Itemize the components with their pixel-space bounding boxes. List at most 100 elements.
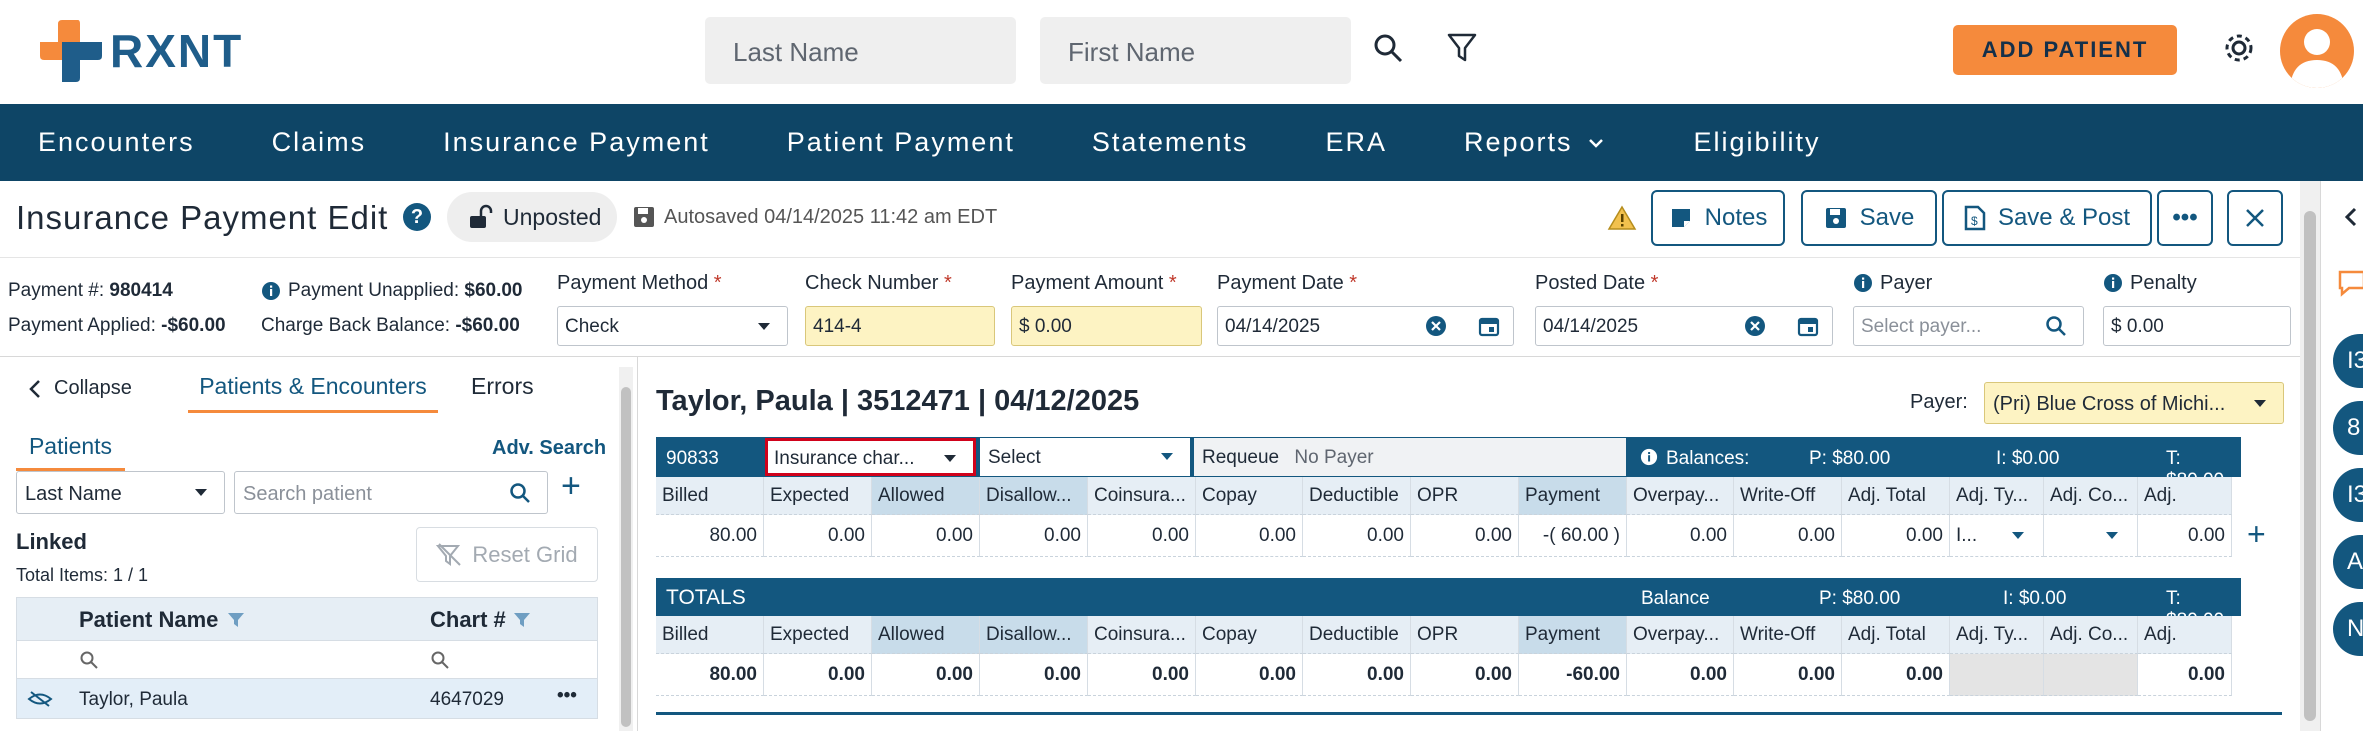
calendar-icon[interactable] xyxy=(1478,315,1500,337)
posted-date-input[interactable]: 04/14/2025 xyxy=(1535,306,1833,346)
adj-total-cell[interactable]: 0.00 xyxy=(1842,515,1950,557)
main-scrollbar[interactable] xyxy=(2300,181,2320,731)
table-row[interactable]: Taylor, Paula 4647029 ••• xyxy=(16,679,598,719)
penalty-input[interactable]: $ 0.00 xyxy=(2103,306,2291,346)
close-button[interactable] xyxy=(2227,190,2283,246)
clear-icon[interactable] xyxy=(1744,315,1766,337)
info-icon[interactable] xyxy=(2103,273,2123,293)
search-icon[interactable] xyxy=(430,650,450,670)
info-icon[interactable] xyxy=(1640,448,1658,466)
adj-cell[interactable]: 0.00 xyxy=(2138,515,2232,557)
column-overpayment[interactable]: Overpay... xyxy=(1627,477,1734,515)
info-icon[interactable] xyxy=(1853,273,1873,293)
tab-errors[interactable]: Errors xyxy=(471,373,534,400)
payer-search-input[interactable]: Select payer... xyxy=(1853,306,2084,346)
column-disallowed[interactable]: Disallow... xyxy=(980,477,1088,515)
add-adjustment-button[interactable]: + xyxy=(2247,516,2266,553)
payment-date-input[interactable]: 04/14/2025 xyxy=(1217,306,1514,346)
chevron-down-icon[interactable] xyxy=(1585,132,1607,154)
nav-item-encounters[interactable]: Encounters xyxy=(38,127,195,158)
last-name-search-input[interactable]: Last Name xyxy=(705,17,1016,84)
search-patient-input[interactable]: Search patient xyxy=(234,471,548,514)
copay-cell[interactable]: 0.00 xyxy=(1196,515,1303,557)
column-payment[interactable]: Payment xyxy=(1519,477,1627,515)
reset-grid-button[interactable]: Reset Grid xyxy=(416,527,598,582)
requeue-field[interactable]: Requeue No Payer xyxy=(1194,438,1626,476)
side-avatar-2[interactable]: 8 xyxy=(2333,401,2363,455)
notes-button[interactable]: Notes xyxy=(1651,190,1785,246)
user-avatar[interactable] xyxy=(2280,14,2354,88)
column-deductible[interactable]: Deductible xyxy=(1303,477,1411,515)
tab-patients-encounters[interactable]: Patients & Encounters xyxy=(188,373,438,413)
chat-bubble-icon[interactable] xyxy=(2337,269,2363,297)
first-name-search-input[interactable]: First Name xyxy=(1040,17,1351,84)
side-avatar-1[interactable]: I3 xyxy=(2333,334,2363,388)
nav-item-claims[interactable]: Claims xyxy=(272,127,367,158)
calendar-icon[interactable] xyxy=(1797,315,1819,337)
help-icon[interactable]: ? xyxy=(403,203,431,231)
nav-item-era[interactable]: ERA xyxy=(1325,127,1387,158)
side-avatar-5[interactable]: N xyxy=(2333,602,2363,656)
payment-amount-input[interactable]: $ 0.00 xyxy=(1011,306,1202,346)
payment-method-select[interactable]: Check xyxy=(557,306,788,346)
add-patient-button[interactable]: ADD PATIENT xyxy=(1953,25,2177,75)
check-number-input[interactable]: 414-4 xyxy=(805,306,995,346)
column-adj[interactable]: Adj. xyxy=(2138,477,2232,515)
overpayment-cell[interactable]: 0.00 xyxy=(1627,515,1734,557)
column-allowed[interactable]: Allowed xyxy=(872,477,980,515)
rxnt-logo[interactable]: RXNT xyxy=(40,20,243,82)
insurance-charge-select[interactable]: Insurance char... xyxy=(765,438,976,476)
nav-item-statements[interactable]: Statements xyxy=(1092,127,1249,158)
advanced-search-link[interactable]: Adv. Search xyxy=(492,437,606,460)
tab-patients[interactable]: Patients xyxy=(16,433,125,471)
scrollbar-thumb[interactable] xyxy=(621,387,631,727)
nav-item-eligibility[interactable]: Eligibility xyxy=(1694,127,1821,158)
side-avatar-4[interactable]: A xyxy=(2333,535,2363,589)
info-icon[interactable] xyxy=(261,281,281,301)
save-and-post-button[interactable]: $ Save & Post xyxy=(1942,190,2152,246)
nav-item-patient-payment[interactable]: Patient Payment xyxy=(787,127,1015,158)
deductible-cell[interactable]: 0.00 xyxy=(1303,515,1411,557)
column-adj-code[interactable]: Adj. Co... xyxy=(2044,477,2138,515)
column-copay[interactable]: Copay xyxy=(1196,477,1303,515)
column-billed[interactable]: Billed xyxy=(656,477,764,515)
gear-icon[interactable] xyxy=(2219,28,2259,68)
secondary-select[interactable]: Select xyxy=(980,438,1190,476)
coinsurance-cell[interactable]: 0.00 xyxy=(1088,515,1196,557)
payment-cell[interactable]: -( 60.00 ) xyxy=(1519,515,1627,557)
adj-code-select[interactable] xyxy=(2044,515,2138,557)
column-coinsurance[interactable]: Coinsura... xyxy=(1088,477,1196,515)
column-adj-total[interactable]: Adj. Total xyxy=(1842,477,1950,515)
column-opr[interactable]: OPR xyxy=(1411,477,1519,515)
collapse-button[interactable]: Collapse xyxy=(28,377,132,400)
nav-item-insurance-payment[interactable]: Insurance Payment xyxy=(443,127,710,158)
nav-item-reports[interactable]: Reports xyxy=(1464,127,1573,158)
disallowed-cell[interactable]: 0.00 xyxy=(980,515,1088,557)
column-write-off[interactable]: Write-Off xyxy=(1734,477,1842,515)
encounter-payer-select[interactable]: (Pri) Blue Cross of Michi... xyxy=(1984,382,2284,424)
column-expected[interactable]: Expected xyxy=(764,477,872,515)
row-more-button[interactable]: ••• xyxy=(557,685,577,707)
warning-icon[interactable] xyxy=(1607,205,1637,231)
clear-icon[interactable] xyxy=(1425,315,1447,337)
expected-cell[interactable]: 0.00 xyxy=(764,515,872,557)
unlink-icon[interactable] xyxy=(27,690,53,708)
search-icon[interactable] xyxy=(1368,28,1408,68)
left-panel-scrollbar[interactable] xyxy=(619,367,633,731)
column-patient-name[interactable]: Patient Name xyxy=(79,607,218,633)
main-scrollbar-thumb[interactable] xyxy=(2304,211,2316,721)
column-adj-type[interactable]: Adj. Ty... xyxy=(1950,477,2044,515)
billed-cell[interactable]: 80.00 xyxy=(656,515,764,557)
filter-icon[interactable] xyxy=(513,611,531,629)
write-off-cell[interactable]: 0.00 xyxy=(1734,515,1842,557)
allowed-cell[interactable]: 0.00 xyxy=(872,515,980,557)
search-icon[interactable] xyxy=(79,650,99,670)
adj-type-select[interactable]: I... xyxy=(1950,515,2044,557)
sort-by-select[interactable]: Last Name xyxy=(16,471,225,514)
save-button[interactable]: Save xyxy=(1801,190,1937,246)
add-patient-link-button[interactable]: + xyxy=(561,467,581,506)
more-options-button[interactable]: ••• xyxy=(2157,190,2213,246)
opr-cell[interactable]: 0.00 xyxy=(1411,515,1519,557)
chevron-left-icon[interactable] xyxy=(2343,207,2359,227)
column-chart-number[interactable]: Chart # xyxy=(430,607,506,633)
